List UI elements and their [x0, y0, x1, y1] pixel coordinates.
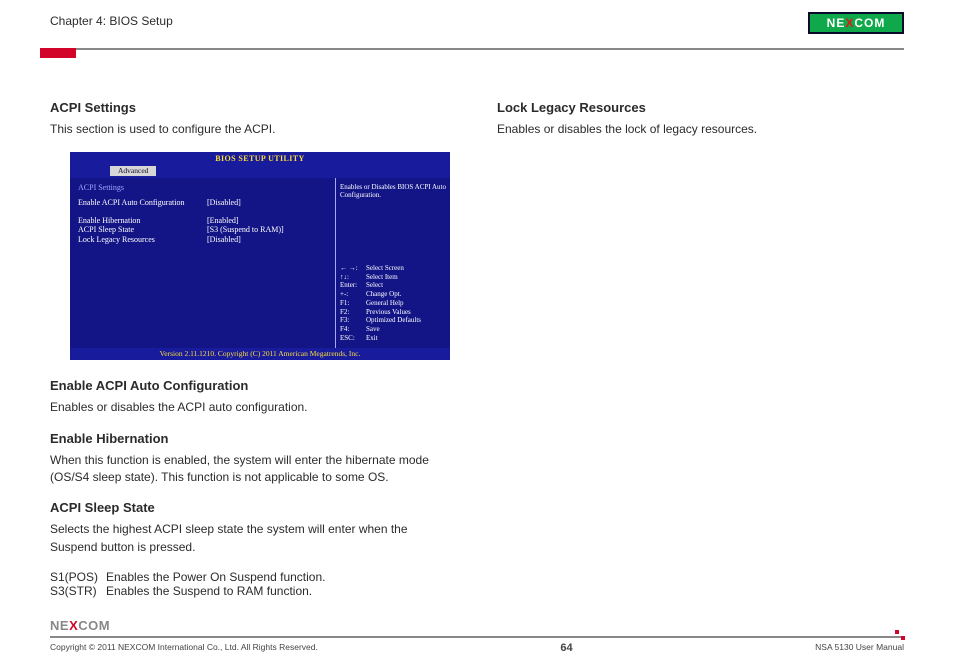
header-rule — [50, 48, 904, 50]
right-column: Lock Legacy Resources Enables or disable… — [497, 100, 904, 598]
acpi-settings-body: This section is used to configure the AC… — [50, 121, 457, 138]
bios-help-text: Enables or Disables BIOS ACPI Auto Confi… — [340, 183, 446, 199]
footer-brand-logo: NEXCOM — [50, 618, 110, 633]
lock-legacy-heading: Lock Legacy Resources — [497, 100, 904, 115]
bios-footer: Version 2.11.1210. Copyright (C) 2011 Am… — [70, 348, 450, 361]
bios-right-pane: Enables or Disables BIOS ACPI Auto Confi… — [335, 178, 450, 348]
bios-title: BIOS SETUP UTILITY — [70, 152, 450, 165]
bios-row: Lock Legacy Resources[Disabled] — [78, 235, 327, 244]
bios-screenshot: BIOS SETUP UTILITY Advanced ACPI Setting… — [70, 152, 450, 360]
acpi-settings-heading: ACPI Settings — [50, 100, 457, 115]
bios-section-header: ACPI Settings — [78, 183, 327, 192]
bios-row — [78, 207, 327, 216]
content-columns: ACPI Settings This section is used to co… — [50, 100, 904, 598]
bios-row: Enable Hibernation[Enabled] — [78, 216, 327, 225]
brand-logo: NEXCOM — [808, 12, 904, 34]
enable-acpi-auto-body: Enables or disables the ACPI auto config… — [50, 399, 457, 416]
footer-rule — [50, 636, 904, 638]
mode-row: S3(STR)Enables the Suspend to RAM functi… — [50, 584, 457, 598]
page-header: Chapter 4: BIOS Setup NEXCOM — [0, 0, 954, 44]
enable-hibernation-body: When this function is enabled, the syste… — [50, 452, 457, 487]
bios-help-keys: ← →:Select Screen ↑↓:Select Item Enter:S… — [340, 264, 446, 343]
bios-left-pane: ACPI Settings Enable ACPI Auto Configura… — [70, 178, 335, 348]
enable-hibernation-heading: Enable Hibernation — [50, 431, 457, 446]
bios-tab-advanced: Advanced — [110, 166, 156, 177]
bios-body: ACPI Settings Enable ACPI Auto Configura… — [70, 178, 450, 348]
page-footer: NEXCOM Copyright © 2011 NEXCOM Internati… — [50, 636, 904, 654]
acpi-sleep-state-body: Selects the highest ACPI sleep state the… — [50, 521, 457, 556]
bios-tabs: Advanced — [70, 166, 450, 178]
bios-row: Enable ACPI Auto Configuration[Disabled] — [78, 198, 327, 207]
left-column: ACPI Settings This section is used to co… — [50, 100, 457, 598]
lock-legacy-body: Enables or disables the lock of legacy r… — [497, 121, 904, 138]
footer-row: Copyright © 2011 NEXCOM International Co… — [50, 642, 904, 654]
bios-row: ACPI Sleep State[S3 (Suspend to RAM)] — [78, 225, 327, 234]
manual-name: NSA 5130 User Manual — [815, 642, 904, 654]
enable-acpi-auto-heading: Enable ACPI Auto Configuration — [50, 378, 457, 393]
acpi-sleep-state-heading: ACPI Sleep State — [50, 500, 457, 515]
chapter-title: Chapter 4: BIOS Setup — [50, 14, 904, 28]
page-number: 64 — [560, 642, 572, 654]
sleep-mode-table: S1(POS)Enables the Power On Suspend func… — [50, 570, 457, 598]
mode-row: S1(POS)Enables the Power On Suspend func… — [50, 570, 457, 584]
copyright-text: Copyright © 2011 NEXCOM International Co… — [50, 642, 318, 654]
